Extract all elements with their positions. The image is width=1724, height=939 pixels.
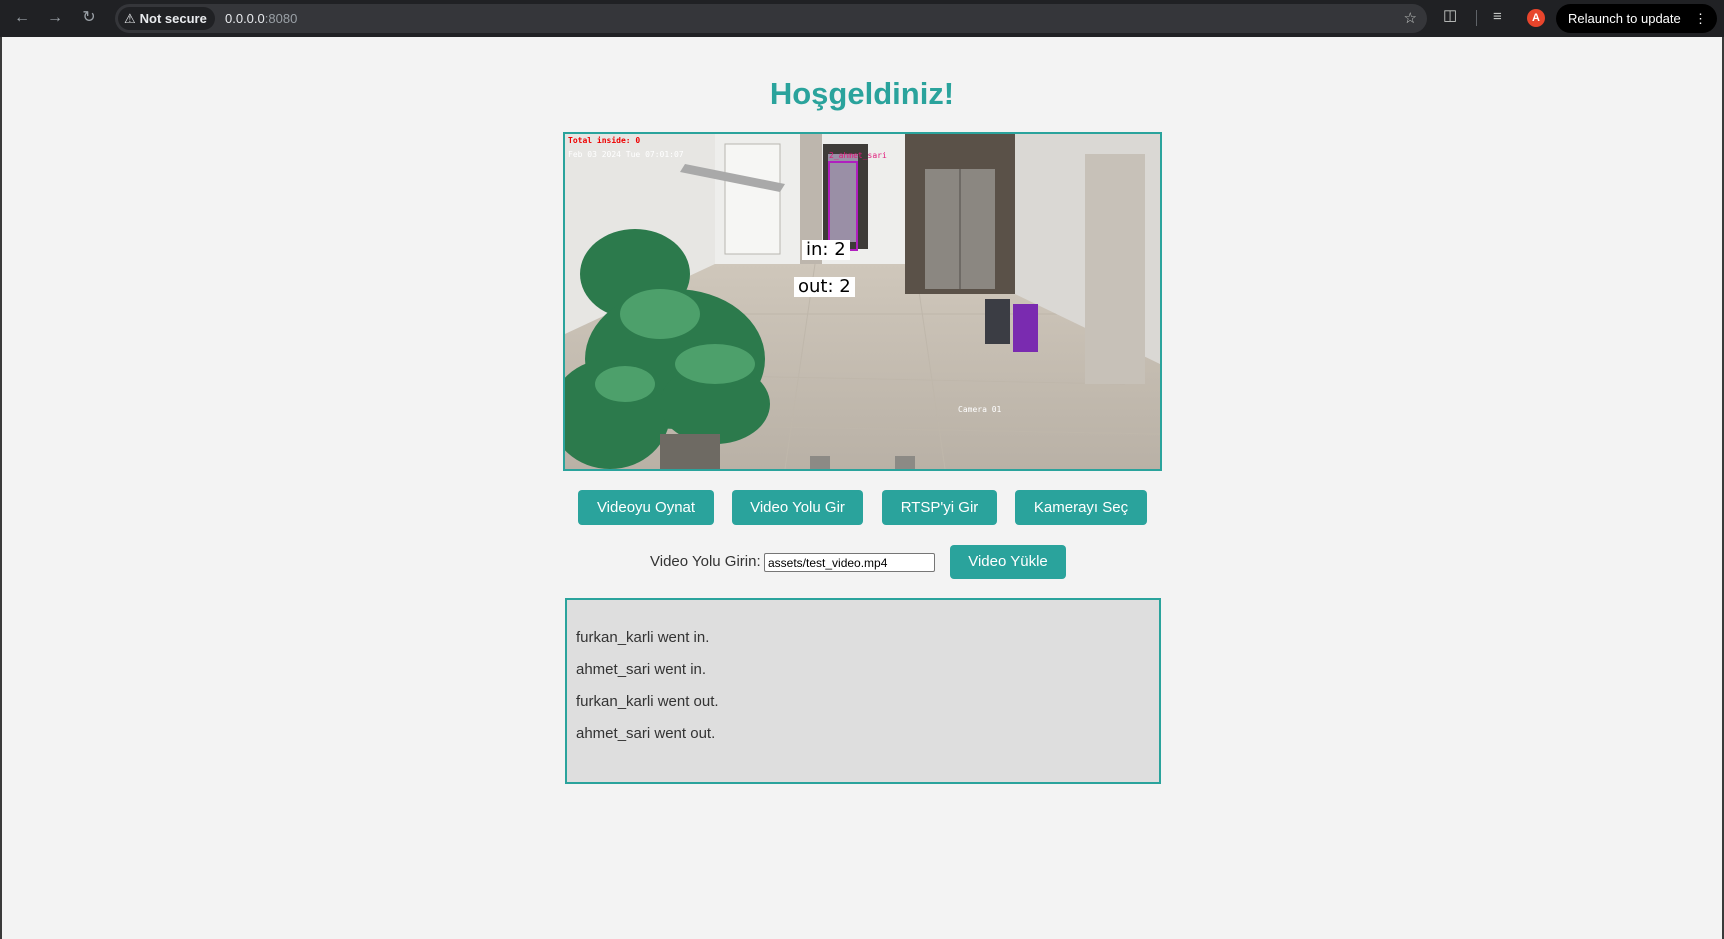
select-camera-button[interactable]: Kamerayı Seç xyxy=(1015,490,1147,525)
load-video-button[interactable]: Video Yükle xyxy=(950,545,1066,579)
media-control-icon[interactable]: ≡ xyxy=(1493,7,1502,27)
more-menu-icon[interactable]: ⋮ xyxy=(1694,4,1707,33)
log-entry: ahmet_sari went out. xyxy=(576,725,716,742)
log-entry: furkan_karli went out. xyxy=(576,693,719,710)
video-path-input[interactable] xyxy=(764,553,935,572)
video-path-row: Video Yolu Girin: Video Yükle xyxy=(0,545,1724,579)
osd-status: Total inside: 0 xyxy=(568,136,641,145)
osd-timestamp: Feb 03 2024 Tue 07:01:07 xyxy=(568,150,684,159)
event-log: furkan_karli went in. ahmet_sari went in… xyxy=(565,598,1161,784)
osd-track-label: 2_ahmet_sari xyxy=(829,151,887,160)
video-display: Total inside: 0 Feb 03 2024 Tue 07:01:07… xyxy=(563,132,1162,471)
reload-icon[interactable]: ↻ xyxy=(77,6,101,30)
enter-rtsp-button[interactable]: RTSP'yi Gir xyxy=(882,490,997,525)
enter-video-path-button[interactable]: Video Yolu Gir xyxy=(732,490,863,525)
play-video-button[interactable]: Videoyu Oynat xyxy=(578,490,714,525)
osd-camera-label: Camera 01 xyxy=(958,405,1002,414)
address-bar[interactable]: ⚠ Not secure 0.0.0.0:8080 ☆ xyxy=(115,4,1427,33)
profile-avatar[interactable]: A xyxy=(1527,9,1545,27)
warning-icon: ⚠ xyxy=(124,11,136,26)
relaunch-button[interactable]: Relaunch to update ⋮ xyxy=(1556,4,1717,33)
extensions-icon[interactable]: ◫ xyxy=(1443,8,1459,24)
browser-toolbar: ← → ↻ ⚠ Not secure 0.0.0.0:8080 ☆ ◫ ≡ A R… xyxy=(0,0,1724,37)
video-path-label: Video Yolu Girin: xyxy=(650,553,761,570)
bookmark-star-icon[interactable]: ☆ xyxy=(1404,4,1417,33)
log-entry: ahmet_sari went in. xyxy=(576,661,707,678)
log-entry: furkan_karli went in. xyxy=(576,629,710,646)
overlay-out-count: out: 2 xyxy=(794,277,855,297)
security-chip[interactable]: ⚠ Not secure xyxy=(118,7,215,30)
camera-scene xyxy=(565,134,1160,469)
window-edge-left xyxy=(0,37,2,939)
back-icon[interactable]: ← xyxy=(10,6,34,30)
page-title: Hoşgeldiniz! xyxy=(769,76,955,111)
forward-icon[interactable]: → xyxy=(43,6,67,30)
overlay-in-count: in: 2 xyxy=(802,240,850,260)
toolbar-divider xyxy=(1476,10,1477,26)
url-text[interactable]: 0.0.0.0:8080 xyxy=(225,4,297,33)
